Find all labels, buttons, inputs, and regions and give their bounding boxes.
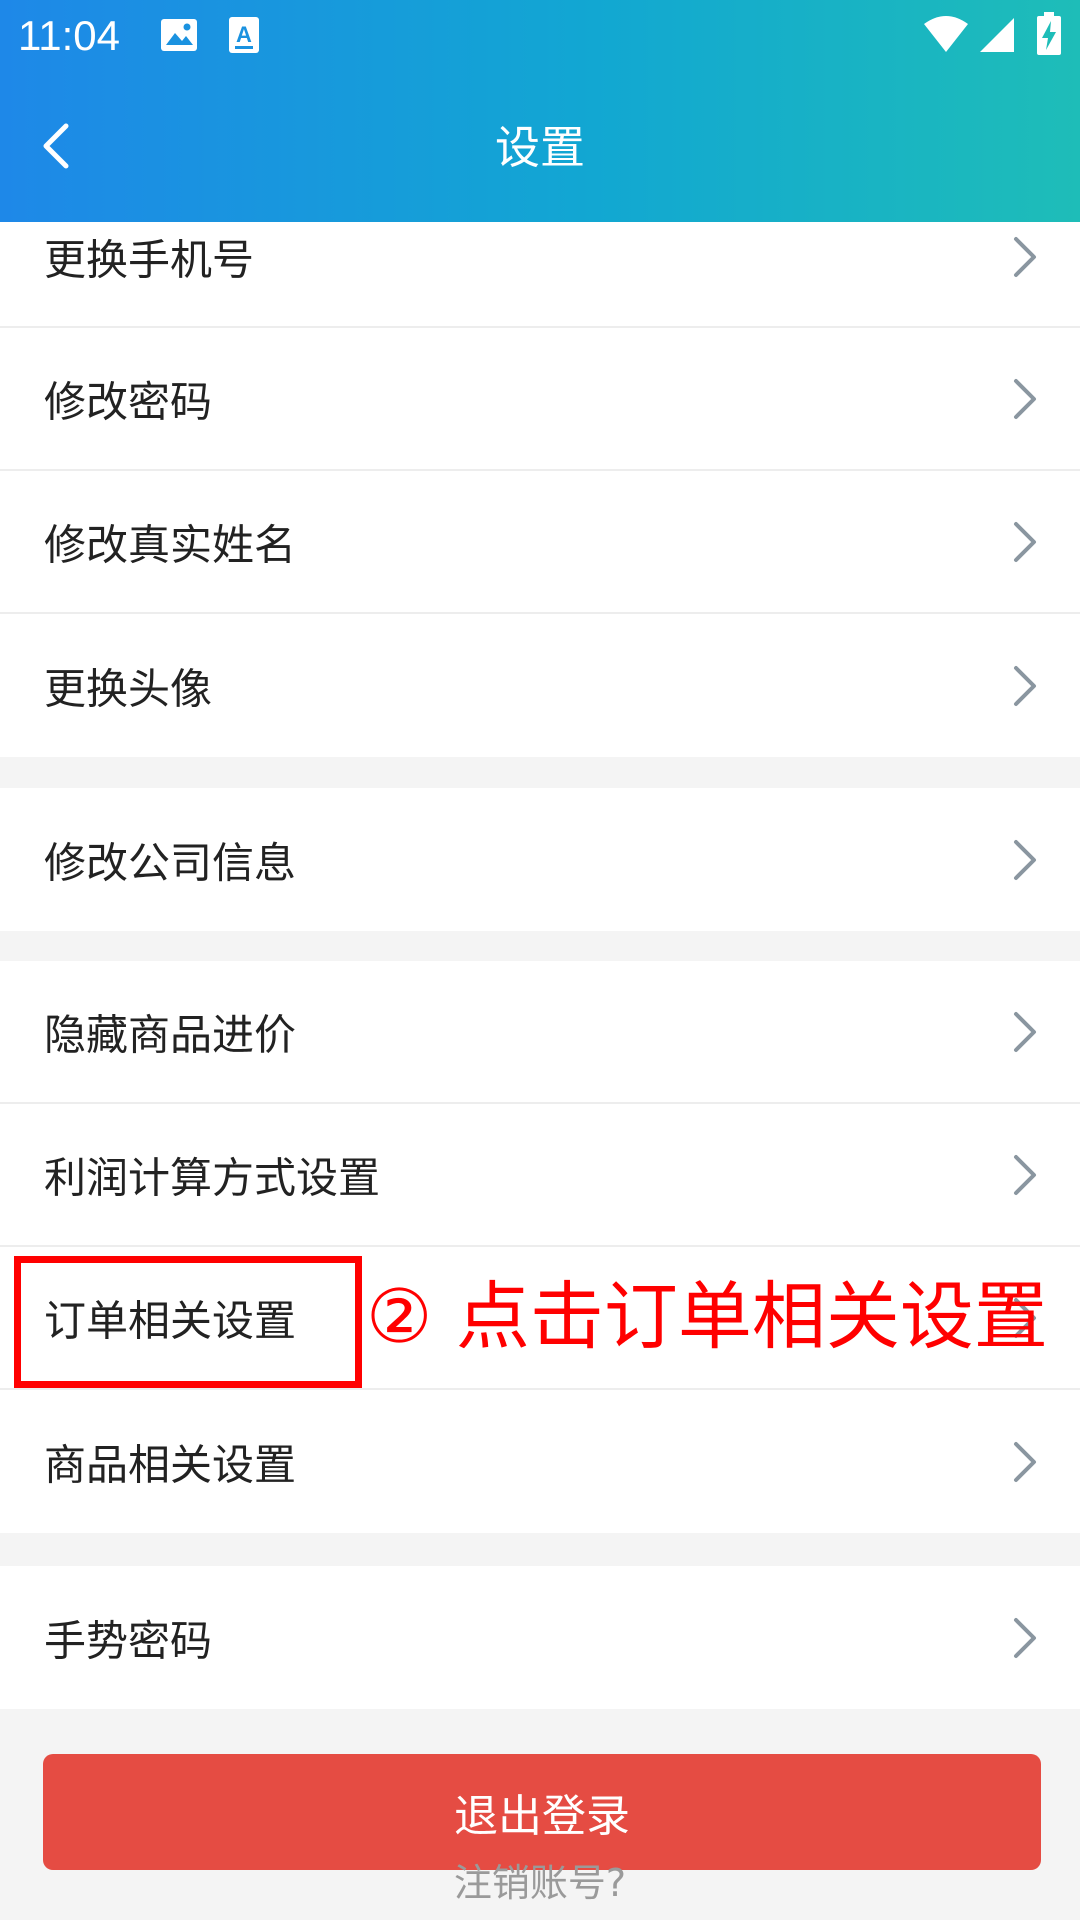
- settings-group-company: 修改公司信息: [0, 788, 1080, 931]
- settings-item-hide-cost-price[interactable]: 隐藏商品进价: [0, 961, 1080, 1104]
- chevron-right-icon: [1014, 665, 1036, 706]
- settings-screen: 11:04 A 设置 更换手机号 修改密码 修改真实姓名 更换头像 修改公司信息…: [0, 0, 1080, 1920]
- status-time: 11:04: [18, 12, 120, 59]
- settings-item-change-real-name[interactable]: 修改真实姓名: [0, 471, 1080, 614]
- app-header: 11:04 A 设置: [0, 0, 1080, 222]
- svg-text:A: A: [236, 22, 252, 47]
- settings-item-profit-calculation[interactable]: 利润计算方式设置: [0, 1104, 1080, 1247]
- settings-item-label: 修改密码: [44, 377, 213, 426]
- chevron-right-icon: [1014, 1617, 1036, 1658]
- chevron-right-icon: [1014, 839, 1036, 880]
- settings-item-product-settings[interactable]: 商品相关设置: [0, 1390, 1080, 1533]
- settings-item-change-phone[interactable]: 更换手机号: [0, 222, 1080, 328]
- settings-item-label: 利润计算方式设置: [44, 1153, 381, 1202]
- annotation-highlight-box: [14, 1256, 362, 1388]
- settings-item-label: 手势密码: [44, 1616, 213, 1665]
- annotation-text: ② 点击订单相关设置: [366, 1274, 1048, 1360]
- settings-item-label: 更换头像: [44, 664, 213, 713]
- a-notification-icon: A: [229, 17, 259, 53]
- wifi-icon: [924, 16, 968, 52]
- status-bar: 11:04 A: [0, 0, 1080, 74]
- settings-group-account: 更换手机号 修改密码 修改真实姓名 更换头像: [0, 222, 1080, 757]
- chevron-right-icon: [1014, 1154, 1036, 1195]
- settings-group-security: 手势密码: [0, 1566, 1080, 1709]
- settings-item-label: 更换手机号: [44, 235, 255, 285]
- settings-item-label: 修改公司信息: [44, 838, 297, 887]
- chevron-right-icon: [1014, 237, 1036, 277]
- settings-item-gesture-password[interactable]: 手势密码: [0, 1566, 1080, 1709]
- logout-button[interactable]: 退出登录: [43, 1754, 1041, 1870]
- chevron-right-icon: [1014, 1011, 1036, 1052]
- image-notification-icon: [161, 19, 197, 51]
- settings-item-change-avatar[interactable]: 更换头像: [0, 614, 1080, 757]
- settings-item-label: 修改真实姓名: [44, 520, 297, 569]
- settings-item-label: 隐藏商品进价: [44, 1010, 297, 1059]
- cancel-account-link[interactable]: 注销账号?: [0, 1858, 1080, 1908]
- chevron-right-icon: [1014, 378, 1036, 419]
- chevron-right-icon: [1014, 1441, 1036, 1482]
- settings-item-company-info[interactable]: 修改公司信息: [0, 788, 1080, 931]
- page-title: 设置: [494, 121, 585, 174]
- chevron-right-icon: [1014, 521, 1036, 562]
- battery-charging-icon: [1037, 12, 1061, 55]
- settings-item-change-password[interactable]: 修改密码: [0, 328, 1080, 471]
- title-bar: 设置: [0, 74, 1080, 222]
- signal-icon: [980, 18, 1014, 52]
- settings-item-label: 商品相关设置: [44, 1440, 297, 1489]
- settings-group-business: 隐藏商品进价 利润计算方式设置 订单相关设置 商品相关设置: [0, 961, 1080, 1533]
